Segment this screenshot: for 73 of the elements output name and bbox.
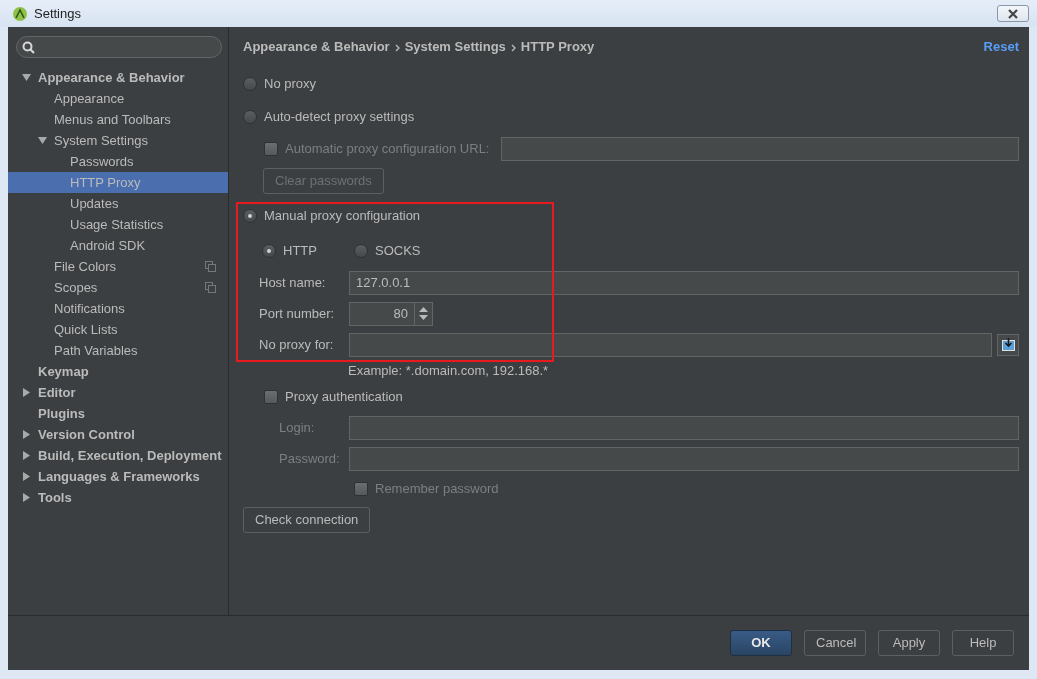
search-icon — [22, 40, 35, 54]
tree-item[interactable]: Notifications — [8, 298, 228, 319]
host-name-field[interactable]: 127.0.0.1 — [349, 270, 1019, 295]
tree-item[interactable]: Keymap — [8, 361, 228, 382]
radio-label: SOCKS — [375, 241, 421, 260]
checkbox-label: Automatic proxy configuration URL: — [285, 139, 490, 158]
dialog-button[interactable]: Cancel — [804, 630, 866, 656]
tree-item[interactable]: Quick Lists — [8, 319, 228, 340]
breadcrumb-item: Appearance & Behavior — [243, 38, 390, 57]
tree-item[interactable]: Appearance — [8, 88, 228, 109]
example-hint: Example: *.domain.com, 192.168.* — [348, 362, 549, 381]
tree-item[interactable]: Passwords — [8, 151, 228, 172]
checkbox-label: Proxy authentication — [285, 388, 403, 407]
no-proxy-for-field[interactable] — [349, 332, 992, 357]
close-icon — [1007, 8, 1019, 19]
search-field[interactable] — [16, 36, 222, 58]
password-field[interactable] — [349, 446, 1019, 471]
radio-label: Auto-detect proxy settings — [264, 107, 415, 126]
collapsed-arrow-icon — [22, 430, 31, 439]
tree-item[interactable]: Android SDK — [8, 235, 228, 256]
expand-field-button[interactable] — [997, 333, 1019, 356]
radio-button[interactable] — [243, 109, 257, 124]
tree-item[interactable]: Scopes — [8, 277, 228, 298]
tree-item[interactable]: Appearance & Behavior — [8, 67, 228, 88]
field-label: No proxy for: — [259, 335, 335, 354]
radio-label: No proxy — [264, 74, 317, 93]
chevron-icon — [510, 44, 516, 52]
dialog-button[interactable]: OK — [730, 630, 792, 656]
collapsed-arrow-icon — [22, 388, 31, 397]
close-button[interactable] — [997, 5, 1029, 22]
breadcrumb-item: HTTP Proxy — [520, 38, 595, 57]
check-connection-button[interactable]: Check connection — [243, 507, 371, 533]
collapsed-arrow-icon — [22, 472, 31, 481]
radio-button[interactable] — [243, 76, 257, 91]
expanded-arrow-icon — [22, 73, 31, 82]
dialog-button[interactable]: Help — [952, 630, 1014, 656]
tree-item[interactable]: Updates — [8, 193, 228, 214]
port-number-spinner[interactable]: 80 — [349, 301, 433, 326]
checkbox[interactable] — [264, 390, 278, 404]
radio-label: HTTP — [283, 241, 317, 260]
collapsed-arrow-icon — [22, 493, 31, 502]
tree-item[interactable]: Tools — [8, 487, 228, 508]
download-icon — [1001, 338, 1015, 351]
tree-item[interactable]: System Settings — [8, 130, 228, 151]
tree-item[interactable]: Usage Statistics — [8, 214, 228, 235]
radio-button[interactable] — [262, 243, 276, 258]
login-field[interactable] — [349, 415, 1019, 440]
tree-item[interactable]: Languages & Frameworks — [8, 466, 228, 487]
tree-item[interactable]: File Colors — [8, 256, 228, 277]
field-label: Host name: — [259, 273, 327, 292]
collapsed-arrow-icon — [22, 451, 31, 460]
reset-link[interactable]: Reset — [983, 37, 1019, 57]
window-title: Settings — [34, 4, 82, 23]
chevron-icon — [394, 44, 400, 52]
expanded-arrow-icon — [38, 136, 47, 145]
radio-button[interactable] — [243, 209, 257, 223]
tree-item[interactable]: Menus and Toolbars — [8, 109, 228, 130]
dialog-button[interactable]: Apply — [878, 630, 940, 656]
tree-item[interactable]: Editor — [8, 382, 228, 403]
tree-item[interactable]: Path Variables — [8, 340, 228, 361]
spinner-arrows-icon — [419, 307, 428, 320]
url-field[interactable] — [501, 136, 1019, 161]
checkbox-label: Remember password — [375, 480, 499, 499]
field-label: Password: — [279, 449, 341, 468]
tree-item[interactable]: Plugins — [8, 403, 228, 424]
field-label: Port number: — [259, 304, 336, 323]
tree-item[interactable]: Build, Execution, Deployment — [8, 445, 228, 466]
breadcrumb-item: System Settings — [404, 38, 506, 57]
field-label: Login: — [279, 418, 316, 437]
android-studio-icon — [12, 5, 28, 22]
radio-button[interactable] — [354, 243, 368, 258]
radio-label: Manual proxy configuration — [264, 207, 421, 226]
tree-item[interactable]: Version Control — [8, 424, 228, 445]
